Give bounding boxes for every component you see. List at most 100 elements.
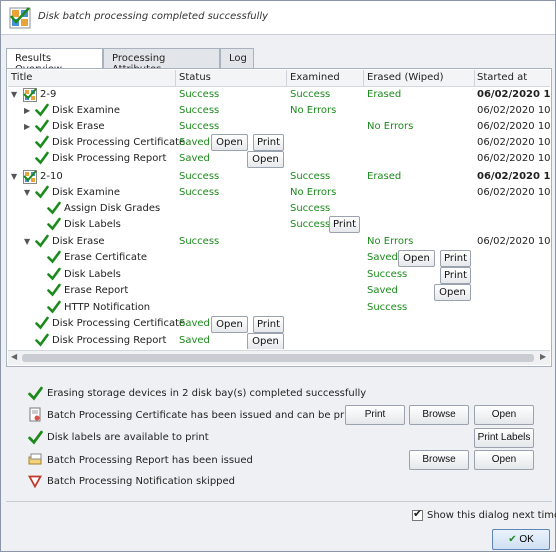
row-title: Disk Processing Certificate: [52, 318, 186, 329]
open-report-button[interactable]: Open: [474, 450, 534, 470]
print-labels-button[interactable]: Print Labels: [474, 428, 534, 448]
ok-label: OK: [519, 534, 534, 545]
ok-button[interactable]: ✔ OK: [492, 529, 550, 550]
open-button[interactable]: Open: [211, 316, 248, 333]
column-started[interactable]: Started at: [477, 72, 527, 83]
row-started: 06/02/2020 10:4: [477, 105, 550, 116]
tab-results-overview[interactable]: Results Overview: [6, 48, 103, 75]
row-examined: No Errors: [290, 187, 337, 198]
scroll-right-icon[interactable]: ▶: [540, 352, 546, 361]
row-title: 2-9: [40, 89, 57, 100]
success-check-icon: [47, 283, 61, 297]
success-check-icon: [28, 430, 43, 445]
tree-row-disk-processing-report[interactable]: Disk Processing Report Saved Open 06/02/…: [8, 151, 550, 168]
row-status: Saved: [179, 318, 210, 329]
print-button[interactable]: Print: [440, 250, 471, 267]
print-button[interactable]: Print: [253, 316, 284, 333]
row-title: Disk Labels: [64, 219, 121, 230]
success-check-icon: [47, 300, 61, 314]
open-certificate-button[interactable]: Open: [474, 405, 534, 425]
tree-row-erase-report[interactable]: Erase Report Saved Open: [8, 283, 550, 301]
row-erased: No Errors: [367, 236, 414, 247]
row-started: 06/02/2020 10:4: [477, 89, 550, 100]
tree-row-bay-2-9[interactable]: ▼ 2-9 Success Success Erased 06/02/2020 …: [8, 87, 550, 103]
expand-arrow-icon[interactable]: ▼: [11, 172, 17, 181]
horizontal-scrollbar[interactable]: ◀ ▶: [8, 350, 550, 365]
tree-row-disk-labels[interactable]: Disk Labels Success Print: [8, 216, 550, 233]
print-button[interactable]: Print: [253, 134, 284, 151]
tree-row-disk-processing-certificate[interactable]: Disk Processing Certificate Saved Open P…: [8, 134, 550, 151]
success-check-icon: [35, 185, 49, 199]
expand-arrow-icon[interactable]: ▶: [24, 106, 30, 115]
tree-row-http-notification[interactable]: HTTP Notification Success: [8, 300, 550, 316]
tree-row-disk-erase[interactable]: ▼ Disk Erase Success No Errors 06/02/202…: [8, 234, 550, 250]
print-certificate-button[interactable]: Print: [345, 405, 405, 425]
row-status: Success: [179, 89, 220, 100]
show-dialog-label[interactable]: Show this dialog next time: [427, 510, 556, 521]
open-button[interactable]: Open: [211, 134, 248, 151]
open-button[interactable]: Open: [398, 250, 435, 267]
open-button[interactable]: Open: [247, 333, 284, 349]
tree-row-assign-disk-grades[interactable]: Assign Disk Grades Success: [8, 201, 550, 217]
tree-row-disk-examine[interactable]: ▼ Disk Examine Success No Errors 06/02/2…: [8, 185, 550, 201]
column-header: Title Status Examined Erased (Wiped) Sta…: [8, 70, 550, 87]
checkmark-icon: ✔: [413, 507, 423, 520]
bay-grid-icon: [23, 88, 37, 102]
row-title: Disk Processing Certificate: [52, 137, 186, 148]
row-title: Assign Disk Grades: [64, 203, 161, 214]
batch-processing-dialog: Disk batch processing completed successf…: [0, 0, 556, 552]
success-check-icon: [47, 250, 61, 264]
report-icon: [28, 453, 42, 465]
print-button[interactable]: Print: [440, 267, 471, 284]
row-erased: Erased: [367, 171, 402, 182]
row-status: Success: [179, 105, 220, 116]
column-status[interactable]: Status: [179, 72, 211, 83]
tree-row-disk-processing-report[interactable]: Disk Processing Report Saved Open: [8, 333, 550, 349]
tab-log[interactable]: Log: [220, 48, 254, 69]
row-title: Erase Report: [64, 285, 129, 296]
tree-row-erase-certificate[interactable]: Erase Certificate Saved Open Print: [8, 250, 550, 267]
tree-row-disk-processing-certificate[interactable]: Disk Processing Certificate Saved Open P…: [8, 316, 550, 333]
row-title: Disk Labels: [64, 269, 121, 280]
row-erased: Saved: [367, 285, 398, 296]
success-check-icon: [35, 333, 49, 347]
open-button[interactable]: Open: [434, 284, 471, 301]
row-status: Saved: [179, 153, 210, 164]
row-examined: Success: [290, 219, 331, 230]
summary-erasing-complete: Erasing storage devices in 2 disk bay(s)…: [47, 388, 367, 399]
open-button[interactable]: Open: [247, 151, 284, 168]
success-check-icon: [35, 234, 49, 248]
dialog-title: Disk batch processing completed successf…: [38, 11, 269, 22]
row-status: Success: [179, 187, 220, 198]
row-erased: Erased: [367, 89, 402, 100]
success-check-icon: [35, 316, 49, 330]
tree-row-disk-labels[interactable]: Disk Labels Success Print: [8, 267, 550, 284]
expand-arrow-icon[interactable]: ▼: [11, 90, 17, 99]
row-started: 06/02/2020 10:4: [477, 121, 550, 132]
success-check-icon: [28, 386, 43, 401]
column-title[interactable]: Title: [11, 72, 32, 83]
expand-arrow-icon[interactable]: ▶: [24, 122, 30, 131]
row-started: 06/02/2020 10:4: [477, 236, 550, 247]
scroll-left-icon[interactable]: ◀: [11, 352, 17, 361]
scrollbar-thumb[interactable]: [22, 354, 534, 362]
expand-arrow-icon[interactable]: ▼: [24, 188, 30, 197]
row-status: Success: [179, 121, 220, 132]
bay-grid-icon: [23, 170, 37, 184]
row-examined: No Errors: [290, 105, 337, 116]
expand-arrow-icon[interactable]: ▼: [24, 237, 30, 246]
success-check-icon: [47, 201, 61, 215]
skipped-triangle-icon: [28, 475, 42, 488]
tab-processing-attributes[interactable]: Processing Attributes: [103, 48, 220, 75]
dialog-header: Disk batch processing completed successf…: [1, 1, 555, 35]
summary-certificate-issued: Batch Processing Certificate has been is…: [47, 410, 370, 421]
tree-row-disk-erase[interactable]: ▶ Disk Erase Success No Errors 06/02/202…: [8, 119, 550, 135]
tree-row-disk-examine[interactable]: ▶ Disk Examine Success No Errors 06/02/2…: [8, 103, 550, 119]
print-button[interactable]: Print: [329, 216, 360, 233]
results-tree: ▼ 2-9 Success Success Erased 06/02/2020 …: [8, 87, 550, 349]
tree-row-bay-2-10[interactable]: ▼ 2-10 Success Success Erased 06/02/2020…: [8, 169, 550, 185]
browse-certificate-button[interactable]: Browse: [409, 405, 469, 425]
column-erased[interactable]: Erased (Wiped): [367, 72, 444, 83]
column-examined[interactable]: Examined: [290, 72, 340, 83]
browse-report-button[interactable]: Browse: [409, 450, 469, 470]
